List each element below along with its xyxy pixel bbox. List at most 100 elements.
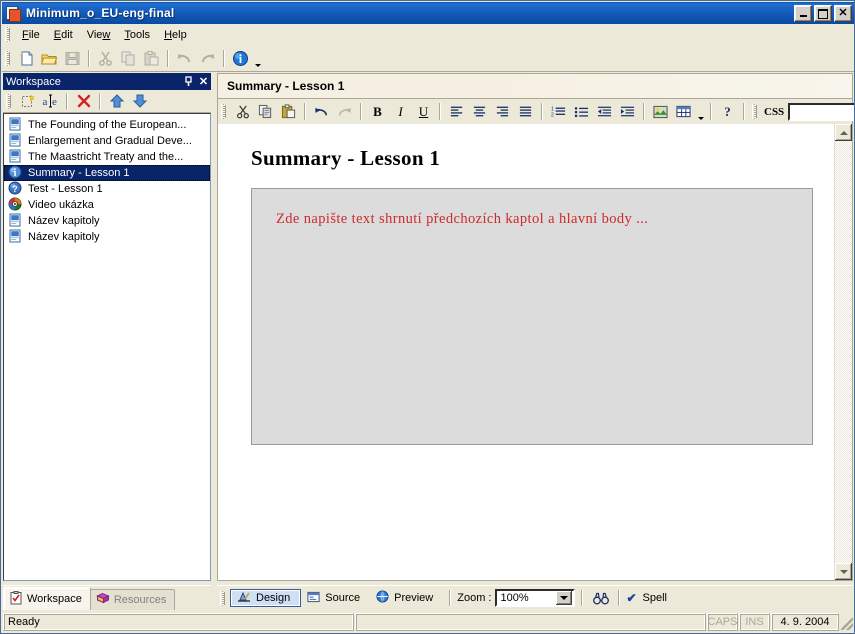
tab-design[interactable]: Design bbox=[230, 589, 302, 607]
scroll-up-button[interactable] bbox=[835, 124, 852, 141]
delete-icon[interactable] bbox=[72, 90, 95, 112]
tab-source-label: Source bbox=[325, 592, 361, 604]
resize-grip[interactable] bbox=[839, 612, 854, 632]
tree-item[interactable]: The Maastricht Treaty and the... bbox=[4, 149, 210, 165]
workspace-tree[interactable]: The Founding of the European... Enlargem… bbox=[3, 113, 211, 581]
svg-text:e: e bbox=[52, 96, 57, 108]
paste-icon[interactable] bbox=[277, 101, 300, 123]
editor-toolbar-gripper[interactable] bbox=[221, 104, 229, 119]
editor-header: Summary - Lesson 1 bbox=[218, 74, 852, 99]
view-bar-gripper[interactable] bbox=[220, 590, 228, 606]
align-left-icon[interactable] bbox=[445, 101, 468, 123]
css-group-gripper[interactable] bbox=[752, 104, 760, 119]
menu-gripper[interactable] bbox=[5, 27, 13, 42]
toolbar-gripper[interactable] bbox=[5, 50, 13, 66]
tree-item[interactable]: Název kapitoly bbox=[4, 213, 210, 229]
workspace-toolbar-gripper[interactable] bbox=[6, 93, 14, 109]
close-button[interactable]: ✕ bbox=[834, 5, 852, 22]
redo-icon bbox=[196, 47, 219, 69]
italic-icon[interactable]: I bbox=[389, 101, 412, 123]
bullet-list-icon[interactable] bbox=[570, 101, 593, 123]
tab-workspace[interactable]: Workspace bbox=[3, 587, 91, 610]
workspace-dock-panel: Workspace ✕ a e The Founding of the Euro… bbox=[3, 73, 211, 581]
align-right-icon[interactable] bbox=[491, 101, 514, 123]
workspace-panel-header: Workspace ✕ bbox=[3, 73, 211, 90]
help-icon[interactable]: ? bbox=[716, 101, 739, 123]
tree-item-label: The Founding of the European... bbox=[28, 119, 187, 131]
new-item-icon[interactable] bbox=[16, 90, 39, 112]
media-player-icon bbox=[8, 197, 24, 213]
workspace-toolbar-separator bbox=[99, 92, 101, 110]
menu-view[interactable]: View bbox=[80, 26, 118, 44]
undo-icon[interactable] bbox=[310, 101, 333, 123]
chevron-down-icon[interactable] bbox=[556, 591, 573, 605]
maximize-button[interactable] bbox=[814, 5, 832, 22]
spell-check-icon: ✔ bbox=[626, 591, 637, 605]
tree-item-label: Název kapitoly bbox=[28, 231, 100, 243]
tree-item-label: Test - Lesson 1 bbox=[28, 183, 103, 195]
align-justify-icon[interactable] bbox=[514, 101, 537, 123]
tab-design-label: Design bbox=[256, 592, 291, 604]
view-mode-bar: Design Source Preview Zoom: 100% ✔ Spel… bbox=[217, 585, 853, 610]
document-page: Summary - Lesson 1 Zde napište text shrn… bbox=[218, 124, 852, 445]
editor-vertical-scrollbar[interactable] bbox=[834, 124, 852, 580]
editor-toolbar-separator bbox=[743, 103, 745, 120]
svg-text:1: 1 bbox=[551, 107, 554, 113]
align-center-icon[interactable] bbox=[468, 101, 491, 123]
rename-icon[interactable]: a e bbox=[39, 90, 62, 112]
toolbar-separator bbox=[223, 49, 225, 67]
open-folder-icon[interactable] bbox=[38, 47, 61, 69]
numbered-list-icon[interactable]: 1 2 bbox=[547, 101, 570, 123]
underline-icon[interactable]: U bbox=[412, 101, 435, 123]
cut-icon[interactable] bbox=[231, 101, 254, 123]
tab-source[interactable]: Source bbox=[301, 589, 370, 607]
redo-icon bbox=[333, 101, 356, 123]
info-dropdown-arrow[interactable] bbox=[252, 45, 263, 72]
close-icon[interactable]: ✕ bbox=[196, 74, 211, 89]
tree-item[interactable]: ? Test - Lesson 1 bbox=[4, 181, 210, 197]
globe-icon bbox=[376, 590, 389, 606]
svg-text:?: ? bbox=[12, 184, 18, 194]
tree-item[interactable]: Enlargement and Gradual Deve... bbox=[4, 133, 210, 149]
document-content-box[interactable]: Zde napište text shrnutí předchozích kap… bbox=[251, 188, 813, 445]
tab-workspace-label: Workspace bbox=[27, 593, 82, 605]
editor-toolbar-separator bbox=[439, 103, 441, 120]
copy-icon[interactable] bbox=[254, 101, 277, 123]
indent-icon[interactable] bbox=[616, 101, 639, 123]
clipboard-check-icon bbox=[9, 590, 23, 608]
zoom-combo[interactable]: 100% bbox=[495, 589, 576, 607]
binoculars-icon[interactable] bbox=[589, 587, 612, 609]
title-bar: Minimum_o_EU-eng-final ✕ bbox=[2, 2, 854, 24]
menu-bar: File Edit View Tools Help bbox=[2, 24, 854, 46]
move-up-icon[interactable] bbox=[105, 90, 128, 112]
window-title: Minimum_o_EU-eng-final bbox=[26, 6, 175, 20]
scroll-down-button[interactable] bbox=[835, 563, 852, 580]
menu-file[interactable]: File bbox=[15, 26, 47, 44]
insert-table-dropdown-arrow[interactable] bbox=[695, 98, 706, 125]
menu-edit[interactable]: Edit bbox=[47, 26, 80, 44]
paste-icon bbox=[140, 47, 163, 69]
insert-image-icon[interactable] bbox=[649, 101, 672, 123]
tab-preview[interactable]: Preview bbox=[370, 589, 443, 607]
menu-help[interactable]: Help bbox=[157, 26, 194, 44]
tree-item-selected[interactable]: Summary - Lesson 1 bbox=[4, 165, 210, 181]
css-style-group: CSS bbox=[749, 101, 854, 123]
view-bar-separator bbox=[581, 590, 584, 606]
zoom-value: 100% bbox=[500, 592, 529, 604]
new-icon[interactable] bbox=[15, 47, 38, 69]
move-down-icon[interactable] bbox=[128, 90, 151, 112]
outdent-icon[interactable] bbox=[593, 101, 616, 123]
bold-icon[interactable]: B bbox=[366, 101, 389, 123]
insert-table-icon[interactable] bbox=[672, 101, 695, 123]
css-style-combo[interactable] bbox=[788, 102, 854, 121]
menu-tools[interactable]: Tools bbox=[117, 26, 157, 44]
editor-canvas[interactable]: Summary - Lesson 1 Zde napište text shrn… bbox=[218, 124, 852, 580]
tree-item[interactable]: Video ukázka bbox=[4, 197, 210, 213]
tree-item[interactable]: Název kapitoly bbox=[4, 229, 210, 245]
main-toolbar bbox=[2, 45, 854, 72]
tab-resources[interactable]: Resources bbox=[89, 589, 176, 610]
minimize-button[interactable] bbox=[794, 5, 812, 22]
info-icon[interactable] bbox=[229, 47, 252, 69]
pin-icon[interactable] bbox=[181, 74, 196, 89]
tree-item[interactable]: The Founding of the European... bbox=[4, 117, 210, 133]
